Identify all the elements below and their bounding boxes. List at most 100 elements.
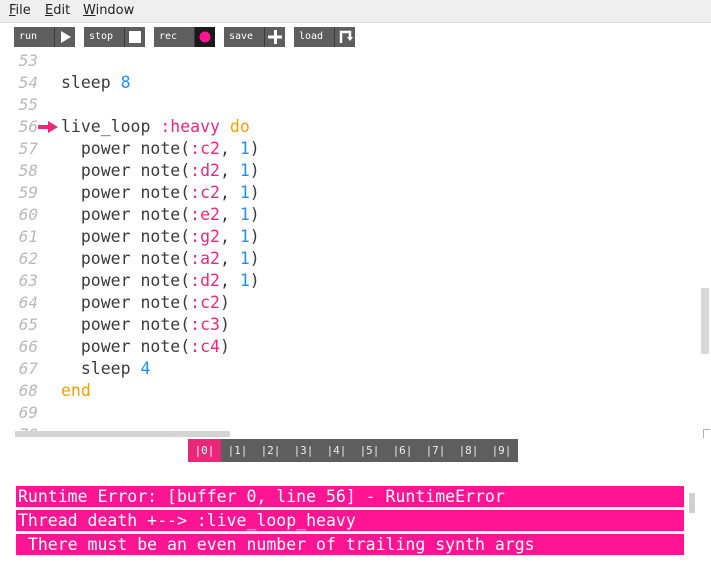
code-line[interactable]: 69 [0, 402, 690, 424]
code-token: , [219, 205, 240, 224]
code-token: 1 [239, 249, 250, 268]
save-label: save [224, 27, 264, 47]
menu-bar: File Edit Window [0, 0, 711, 23]
code-line[interactable]: 58 power note(:d2, 1) [0, 160, 690, 182]
code-line[interactable]: 55 [0, 94, 690, 116]
line-number: 53 [18, 51, 38, 70]
menu-window[interactable]: Window [83, 3, 134, 19]
buffer-tab-1[interactable]: |1| [221, 439, 254, 462]
menu-file[interactable]: File [9, 3, 31, 19]
code-token: ) [249, 249, 260, 268]
code-token: :heavy [160, 117, 220, 136]
plus-icon [264, 27, 285, 47]
code-token: ) [249, 205, 260, 224]
code-token: :d2 [190, 161, 220, 180]
record-icon [194, 27, 215, 47]
play-icon [54, 27, 75, 47]
code-line[interactable]: 64 power note(:c2) [0, 292, 690, 314]
code-token: :c2 [190, 139, 220, 158]
horizontal-scrollbar[interactable] [15, 431, 230, 437]
stop-button[interactable]: stop [84, 27, 145, 47]
load-label: load [294, 27, 334, 47]
error-message-thread: Thread death +--> :live_loop_heavy [16, 510, 684, 531]
code-token: 1 [239, 183, 250, 202]
code-text: power note(:c3) [61, 314, 230, 336]
code-token: end [61, 381, 91, 400]
code-text: sleep 4 [61, 358, 151, 380]
run-label: run [14, 27, 54, 47]
scroll-corner [703, 429, 710, 438]
buffer-tab-2[interactable]: |2| [254, 439, 287, 462]
code-token: do [229, 117, 250, 136]
code-text: sleep 8 [61, 72, 131, 94]
code-token: power note( [61, 161, 191, 180]
line-number: 55 [18, 95, 38, 114]
menu-edit[interactable]: Edit [45, 3, 70, 19]
buffer-tab-5[interactable]: |5| [353, 439, 386, 462]
error-message-detail: There must be an even number of trailing… [16, 534, 684, 555]
code-token: power note( [61, 227, 191, 246]
buffer-tab-7[interactable]: |7| [419, 439, 452, 462]
load-button[interactable]: load [294, 27, 355, 47]
code-line[interactable]: 62 power note(:a2, 1) [0, 248, 690, 270]
run-button[interactable]: run [14, 27, 75, 47]
code-line[interactable]: 61 power note(:g2, 1) [0, 226, 690, 248]
code-line[interactable]: 65 power note(:c3) [0, 314, 690, 336]
code-text: power note(:c2, 1) [61, 138, 260, 160]
line-number: 67 [18, 359, 38, 378]
code-line[interactable]: 56 live_loop :heavy do [0, 116, 690, 138]
code-token: ) [219, 315, 230, 334]
code-token: power note( [61, 315, 191, 334]
vertical-scrollbar[interactable] [701, 288, 709, 354]
code-line[interactable]: 63 power note(:d2, 1) [0, 270, 690, 292]
buffer-tab-0[interactable]: |0| [188, 439, 221, 462]
buffer-tab-8[interactable]: |8| [452, 439, 485, 462]
code-token: ) [249, 161, 260, 180]
buffer-tab-9[interactable]: |9| [485, 439, 518, 462]
code-token: , [219, 249, 240, 268]
code-text: power note(:d2, 1) [61, 160, 260, 182]
code-line[interactable]: 57 power note(:c2, 1) [0, 138, 690, 160]
code-token: ) [249, 227, 260, 246]
rec-button[interactable]: rec [154, 27, 215, 47]
code-token: , [219, 271, 240, 290]
current-line-arrow-icon [38, 121, 58, 133]
code-token: power note( [61, 139, 191, 158]
code-line[interactable]: 54 sleep 8 [0, 72, 690, 94]
code-token: ) [249, 139, 260, 158]
error-panel-scrollbar[interactable] [689, 493, 695, 513]
toolbar: run stop rec save load [0, 23, 711, 53]
code-editor[interactable]: 53 54 sleep 8 55 56 live_loop :heavy do 57 pow… [0, 50, 711, 432]
code-token: sleep [61, 359, 141, 378]
load-icon [334, 27, 355, 47]
code-line[interactable]: 68 end [0, 380, 690, 402]
line-number: 63 [18, 271, 38, 290]
code-text: live_loop :heavy do [61, 116, 250, 138]
code-line[interactable]: 53 [0, 50, 690, 72]
line-number: 69 [18, 403, 38, 422]
buffer-tabs: |0| |1| |2| |3| |4| |5| |6| |7| |8| |9| [188, 439, 518, 462]
line-number: 56 [18, 117, 38, 136]
code-token: :g2 [190, 227, 220, 246]
code-line[interactable]: 66 power note(:c4) [0, 336, 690, 358]
code-token: :c2 [190, 183, 220, 202]
save-button[interactable]: save [224, 27, 285, 47]
line-number: 57 [18, 139, 38, 158]
code-token: power note( [61, 205, 191, 224]
buffer-tab-3[interactable]: |3| [287, 439, 320, 462]
stop-icon [124, 27, 145, 47]
code-token: 1 [239, 227, 250, 246]
code-text: power note(:c2, 1) [61, 182, 260, 204]
buffer-tab-6[interactable]: |6| [386, 439, 419, 462]
buffer-tab-4[interactable]: |4| [320, 439, 353, 462]
code-line[interactable]: 59 power note(:c2, 1) [0, 182, 690, 204]
code-line[interactable]: 67 sleep 4 [0, 358, 690, 380]
code-token: 8 [120, 73, 131, 92]
line-number: 65 [18, 315, 38, 334]
code-token: 1 [239, 205, 250, 224]
code-line[interactable]: 60 power note(:e2, 1) [0, 204, 690, 226]
line-number: 64 [18, 293, 38, 312]
line-number: 61 [18, 227, 38, 246]
code-text: power note(:g2, 1) [61, 226, 260, 248]
line-number: 68 [18, 381, 38, 400]
